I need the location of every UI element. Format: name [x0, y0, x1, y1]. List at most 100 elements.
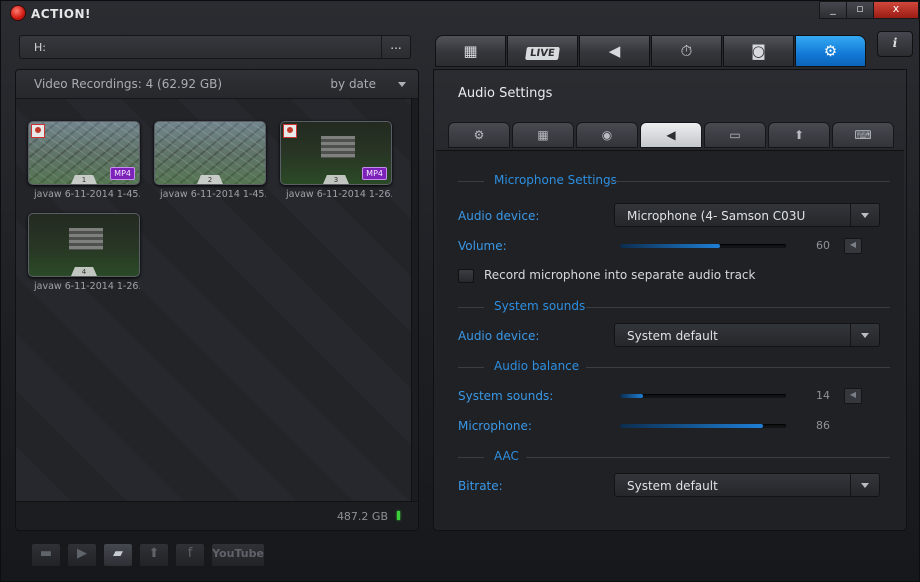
recordings-grid: 1 MP4 javaw 6-11-2014 1-45... 2 javaw 6-… [16, 99, 412, 503]
recordings-panel: Video Recordings: 4 (62.92 GB) by date 1… [15, 69, 419, 531]
play-button[interactable]: ▶ [67, 543, 97, 567]
thumbnail-image[interactable]: 1 MP4 [28, 121, 140, 185]
recordings-footer: 487.2 GB [16, 501, 418, 530]
system-sounds-mute-button[interactable]: ◀ [844, 388, 862, 404]
path-bar[interactable]: H: ... [19, 35, 411, 59]
chevron-down-icon[interactable] [850, 474, 879, 496]
film-icon: ▦ [463, 42, 478, 60]
thumbnail-index: 1 [71, 175, 97, 184]
bitrate-label: Bitrate: [458, 479, 503, 493]
title-bar[interactable]: ACTION! _ ▫ x [1, 1, 920, 27]
section-title: AAC [494, 449, 519, 463]
recording-thumbnail[interactable]: 3 MP4 javaw 6-11-2014 1-26... [280, 121, 392, 200]
microphone-balance-slider[interactable] [620, 424, 786, 428]
minimize-button[interactable]: _ [819, 1, 847, 19]
gear-icon: ⚙ [823, 42, 838, 60]
app-title: ACTION! [31, 7, 91, 21]
subtab-upload[interactable]: ⬆ [768, 122, 830, 148]
recording-thumbnail[interactable]: 1 MP4 javaw 6-11-2014 1-45... [28, 121, 140, 200]
thumbnail-index: 4 [71, 267, 97, 276]
avatar-icon [31, 124, 45, 138]
settings-panel: Audio Settings ⚙ ▦ ◉ ◀ ▭ ⬆ ⌨ Microphone … [433, 69, 907, 531]
settings-subtabs: ⚙ ▦ ◉ ◀ ▭ ⬆ ⌨ [448, 122, 896, 148]
bottom-toolbar: ▬ ▶ ▰ ⬆ f YouTube [31, 543, 265, 567]
maximize-button[interactable]: ▫ [846, 1, 874, 19]
main-tabs: ▦ LIVE ◀ ⏱ ◙ ⚙ [435, 35, 867, 67]
bitrate-value: System default [627, 479, 718, 493]
mic-device-select[interactable]: Microphone (4- Samson C03U [614, 203, 880, 227]
sys-device-select[interactable]: System default [614, 323, 880, 347]
monitor-icon: ▭ [729, 128, 741, 142]
play-icon: ▶ [77, 546, 87, 561]
subtab-hotkeys[interactable]: ⌨ [832, 122, 894, 148]
facebook-button[interactable]: f [175, 543, 205, 567]
audio-settings-body: Microphone Settings Audio device: Microp… [436, 150, 904, 529]
close-button[interactable]: x [873, 1, 919, 19]
open-folder-button[interactable]: ▰ [103, 543, 133, 567]
subtab-webcam[interactable]: ◉ [576, 122, 638, 148]
volume-slider[interactable] [620, 244, 786, 248]
thumbnail-image[interactable]: 3 MP4 [280, 121, 392, 185]
format-badge: MP4 [362, 167, 387, 180]
recordings-scrollbar[interactable] [411, 99, 418, 503]
microphone-balance-label: Microphone: [458, 419, 532, 433]
section-divider [586, 367, 890, 368]
stop-button[interactable]: ▬ [31, 543, 61, 567]
sys-device-value: System default [627, 329, 718, 343]
section-divider [458, 307, 484, 308]
section-divider [458, 367, 484, 368]
speaker-icon: ◀ [849, 240, 857, 249]
system-sounds-slider[interactable] [620, 394, 786, 398]
disk-free-space: 487.2 GB [336, 510, 388, 523]
recording-thumbnail[interactable]: 4 javaw 6-11-2014 1-26... [28, 213, 140, 292]
thumbnail-image[interactable]: 2 [154, 121, 266, 185]
menu-panel-graphic [321, 136, 355, 158]
subtab-video[interactable]: ▦ [512, 122, 574, 148]
section-aac: AAC [458, 449, 890, 465]
section-title: System sounds [494, 299, 586, 313]
tab-live[interactable]: LIVE [507, 35, 578, 67]
volume-label: Volume: [458, 239, 507, 253]
tab-screenshot[interactable]: ◙ [723, 35, 794, 67]
system-sounds-label: System sounds: [458, 389, 554, 403]
stopwatch-icon: ⏱ [680, 42, 693, 60]
youtube-button[interactable]: YouTube [211, 543, 265, 567]
subtab-general[interactable]: ⚙ [448, 122, 510, 148]
tab-audio[interactable]: ◀ [579, 35, 650, 67]
recordings-title: Video Recordings: 4 (62.92 GB) [34, 77, 223, 91]
info-button[interactable]: i [877, 31, 913, 57]
subtab-audio[interactable]: ◀ [640, 122, 702, 148]
recordings-header: Video Recordings: 4 (62.92 GB) by date [16, 70, 418, 99]
format-badge: MP4 [110, 167, 135, 180]
section-title: Audio balance [494, 359, 580, 373]
upload-button[interactable]: ⬆ [139, 543, 169, 567]
browse-folder-button[interactable]: ... [381, 36, 410, 58]
tab-video[interactable]: ▦ [435, 35, 506, 67]
bitrate-select[interactable]: System default [614, 473, 880, 497]
record-separate-checkbox[interactable] [458, 269, 474, 283]
action-logo-icon [11, 6, 25, 20]
subtab-display[interactable]: ▭ [704, 122, 766, 148]
tab-settings[interactable]: ⚙ [795, 35, 866, 67]
recording-thumbnail[interactable]: 2 javaw 6-11-2014 1-45... [154, 121, 266, 200]
facebook-icon: f [187, 546, 193, 561]
sort-dropdown-label[interactable]: by date [330, 77, 376, 91]
section-title: Microphone Settings [494, 173, 617, 187]
keyboard-icon: ⌨ [854, 128, 872, 142]
mic-mute-button[interactable]: ◀ [844, 238, 862, 254]
mic-device-label: Audio device: [458, 209, 540, 223]
chevron-down-icon[interactable] [850, 324, 879, 346]
speaker-icon: ◀ [608, 42, 621, 60]
sort-chevron-down-icon[interactable] [398, 82, 406, 87]
thumbnail-image[interactable]: 4 [28, 213, 140, 277]
thumbnail-caption: javaw 6-11-2014 1-45... [34, 189, 140, 200]
film-icon: ▦ [537, 128, 549, 142]
section-divider [586, 307, 890, 308]
chevron-down-icon[interactable] [850, 204, 879, 226]
section-microphone: Microphone Settings [458, 173, 890, 189]
action-app-window: ACTION! _ ▫ x H: ... Video Recordings: 4… [0, 0, 920, 582]
window-controls: _ ▫ x [819, 1, 919, 19]
tab-benchmark[interactable]: ⏱ [651, 35, 722, 67]
menu-panel-graphic [69, 228, 103, 250]
microphone-balance-fill [620, 424, 763, 428]
